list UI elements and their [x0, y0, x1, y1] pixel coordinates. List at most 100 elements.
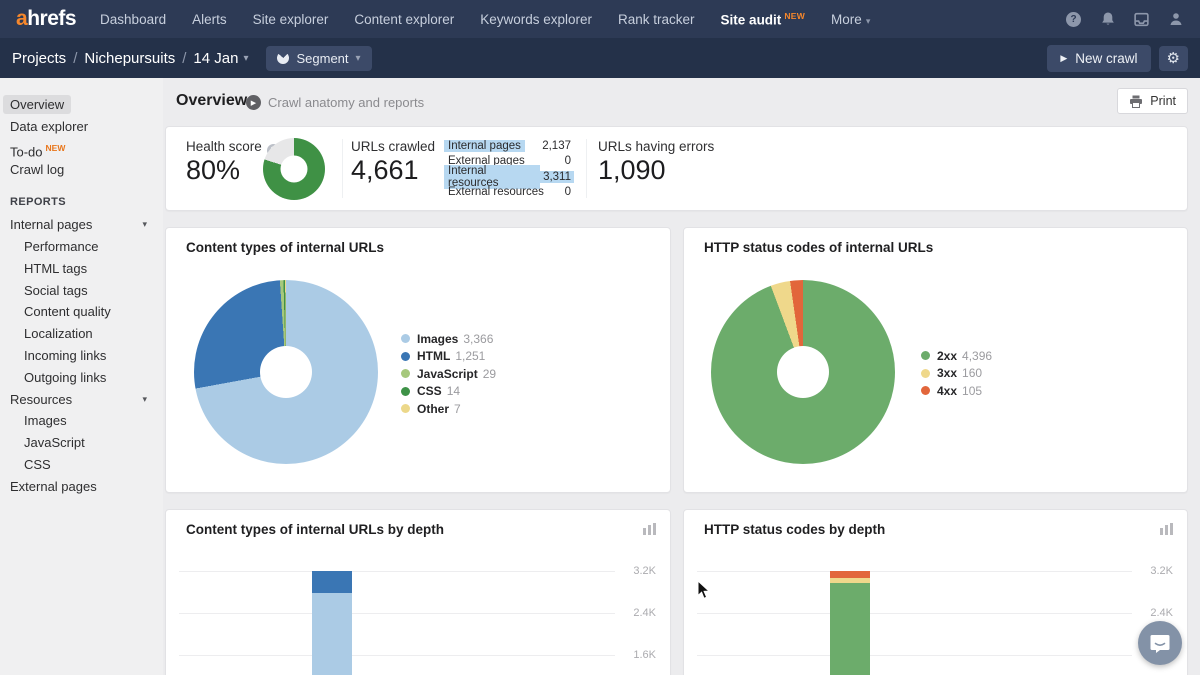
- legend-dot: [401, 404, 410, 413]
- stacked-bar-depth[interactable]: [830, 571, 870, 675]
- sidebar-item-external-pages[interactable]: External pages: [0, 476, 163, 498]
- notifications-bell-icon[interactable]: [1099, 11, 1116, 28]
- printer-icon: [1129, 95, 1143, 108]
- bar-segment-4xx: [830, 571, 870, 578]
- print-button[interactable]: Print: [1117, 88, 1188, 114]
- segment-pie-icon: [275, 50, 292, 67]
- legend-item-javascript[interactable]: JavaScript29: [401, 367, 496, 380]
- sidebar-item-images[interactable]: Images: [0, 410, 163, 432]
- bar-chart-icon[interactable]: [643, 522, 656, 540]
- legend-item-images[interactable]: Images3,366: [401, 332, 496, 345]
- content-types-card: Content types of internal URLs Images3,3…: [165, 227, 671, 493]
- breakdown-row-internal-pages[interactable]: Internal pages2,137: [444, 138, 574, 154]
- nav-site-explorer[interactable]: Site explorer: [253, 12, 329, 27]
- sidebar-item-internal-pages[interactable]: Internal pages▾: [0, 214, 163, 236]
- sidebar-item-data-explorer[interactable]: Data explorer: [0, 116, 163, 138]
- page-subtitle[interactable]: Crawl anatomy and reports: [268, 95, 424, 110]
- chat-widget-button[interactable]: [1138, 621, 1182, 665]
- sidebar-item-crawl-log[interactable]: Crawl log: [0, 159, 163, 181]
- sidebar-item-html-tags[interactable]: HTML tags: [0, 258, 163, 280]
- sidebar-item-css[interactable]: CSS: [0, 454, 163, 476]
- nav-dashboard[interactable]: Dashboard: [100, 12, 166, 27]
- ahrefs-logo[interactable]: ahrefs: [16, 7, 76, 31]
- y-tick-label: 1.6K: [633, 650, 656, 661]
- sidebar-item-javascript[interactable]: JavaScript: [0, 432, 163, 454]
- breakdown-row-external-resources[interactable]: External resources0: [444, 185, 574, 201]
- nav-rank-tracker[interactable]: Rank tracker: [618, 12, 695, 27]
- chevron-down-icon: ▾: [356, 53, 361, 64]
- breadcrumb-projects[interactable]: Projects: [12, 50, 66, 67]
- stacked-bar-depth[interactable]: [312, 571, 352, 675]
- bar-segment-HTML: [312, 571, 352, 593]
- legend-item-2xx[interactable]: 2xx4,396: [921, 349, 992, 362]
- logo-letter-a: a: [16, 7, 27, 30]
- collapse-caret-icon[interactable]: ▾: [142, 389, 147, 411]
- divider: [586, 139, 587, 198]
- gridline: [697, 571, 1132, 572]
- divider: [342, 139, 343, 198]
- legend-item-4xx[interactable]: 4xx105: [921, 384, 992, 397]
- ahrefs-site-audit-app: ahrefs Dashboard Alerts Site explorer Co…: [0, 0, 1200, 675]
- urls-crawled-label: URLs crawled: [351, 139, 435, 154]
- sidebar-item-incoming-links[interactable]: Incoming links: [0, 345, 163, 367]
- sidebar-item-overview[interactable]: Overview: [0, 94, 163, 116]
- chevron-down-icon: ▾: [866, 16, 871, 26]
- legend-dot: [401, 369, 410, 378]
- breakdown-row-internal-resources[interactable]: Internal resources3,311: [444, 169, 574, 185]
- sidebar-item-resources[interactable]: Resources▾: [0, 389, 163, 411]
- sidebar-item-performance[interactable]: Performance: [0, 236, 163, 258]
- sidebar-item-social-tags[interactable]: Social tags: [0, 280, 163, 302]
- health-score-value: 80%: [186, 155, 240, 186]
- sidebar-item-outgoing-links[interactable]: Outgoing links: [0, 367, 163, 389]
- top-navigation: ahrefs Dashboard Alerts Site explorer Co…: [0, 0, 1200, 38]
- nav-site-audit[interactable]: Site auditNEW: [721, 11, 806, 28]
- sidebar-item-localization[interactable]: Localization: [0, 323, 163, 345]
- y-tick-label: 3.2K: [633, 566, 656, 577]
- chart-title: HTTP status codes by depth: [704, 522, 885, 537]
- nav-content-explorer[interactable]: Content explorer: [354, 12, 454, 27]
- urls-crawled-value: 4,661: [351, 155, 419, 186]
- http-status-donut-chart[interactable]: [711, 280, 895, 464]
- settings-gear-icon[interactable]: ⚙: [1159, 46, 1188, 71]
- gridline: [697, 613, 1132, 614]
- bar-segment-2xx: [830, 583, 870, 675]
- topnav-icons: ?: [1065, 11, 1184, 28]
- legend-item-css[interactable]: CSS14: [401, 385, 496, 398]
- content-types-legend: Images3,366 HTML1,251 JavaScript29 CSS14…: [401, 332, 496, 415]
- y-tick-label: 3.2K: [1150, 566, 1173, 577]
- nav-keywords-explorer[interactable]: Keywords explorer: [480, 12, 592, 27]
- legend-item-other[interactable]: Other7: [401, 402, 496, 415]
- page-title: Overview: [176, 92, 247, 110]
- inbox-icon[interactable]: [1133, 11, 1150, 28]
- breadcrumb-crawl-date[interactable]: 14 Jan: [193, 50, 238, 67]
- content-types-donut-chart[interactable]: [194, 280, 378, 464]
- user-profile-icon[interactable]: [1167, 11, 1184, 28]
- chart-title: HTTP status codes of internal URLs: [704, 240, 933, 255]
- chart-title: Content types of internal URLs by depth: [186, 522, 444, 537]
- breadcrumb-project-name[interactable]: Nichepursuits: [84, 50, 175, 67]
- legend-dot: [921, 369, 930, 378]
- chat-smile-icon: [1148, 631, 1172, 655]
- gridline: [179, 571, 615, 572]
- bar-chart-icon[interactable]: [1160, 522, 1173, 540]
- collapse-caret-icon[interactable]: ▾: [142, 214, 147, 236]
- sidebar-item-content-quality[interactable]: Content quality: [0, 301, 163, 323]
- logo-rest: hrefs: [27, 7, 76, 30]
- sidebar-item-todo[interactable]: To-doNEW: [0, 138, 163, 160]
- content-types-by-depth-card: Content types of internal URLs by depth …: [165, 509, 671, 675]
- gridline: [697, 655, 1132, 656]
- segment-button[interactable]: Segment ▾: [266, 46, 371, 71]
- legend-dot: [401, 334, 410, 343]
- crawl-date-dropdown-icon[interactable]: ▾: [243, 53, 248, 64]
- legend-item-3xx[interactable]: 3xx160: [921, 367, 992, 380]
- http-status-legend: 2xx4,396 3xx160 4xx105: [921, 349, 992, 397]
- new-crawl-button[interactable]: ▶ New crawl: [1047, 45, 1150, 72]
- http-status-card: HTTP status codes of internal URLs 2xx4,…: [683, 227, 1188, 493]
- legend-item-html[interactable]: HTML1,251: [401, 350, 496, 363]
- help-icon[interactable]: ?: [1065, 11, 1082, 28]
- nav-more[interactable]: More▾: [831, 12, 870, 27]
- crawl-breakdown-table: Internal pages2,137 External pages0 Inte…: [444, 138, 574, 200]
- gridline: [179, 613, 615, 614]
- nav-alerts[interactable]: Alerts: [192, 12, 227, 27]
- tutorial-play-icon[interactable]: ▶: [246, 95, 261, 110]
